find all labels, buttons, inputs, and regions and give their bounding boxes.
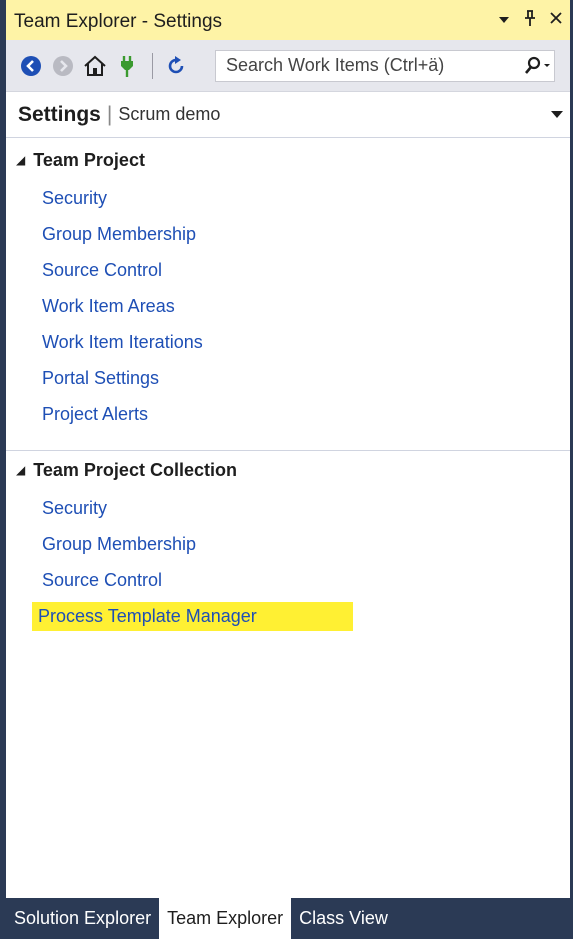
page-header: Settings | Scrum demo [6,92,570,138]
link-collection-group-membership[interactable]: Group Membership [6,526,570,562]
connect-icon[interactable] [114,53,140,79]
collection-links: Security Group Membership Source Control… [6,490,570,634]
forward-icon[interactable] [50,53,76,79]
link-work-item-iterations[interactable]: Work Item Iterations [6,324,570,360]
tab-solution-explorer[interactable]: Solution Explorer [6,898,159,939]
link-collection-security[interactable]: Security [6,490,570,526]
section-title: Team Project [33,149,145,170]
home-icon[interactable] [82,53,108,79]
section-header-team-project[interactable]: ◢ Team Project [6,140,570,180]
section-title: Team Project Collection [33,459,237,480]
toolbar: Search Work Items (Ctrl+ä) [6,40,570,92]
link-collection-source-control[interactable]: Source Control [6,562,570,598]
section-team-project: ◢ Team Project Security Group Membership… [6,140,570,432]
link-source-control[interactable]: Source Control [6,252,570,288]
project-name: Scrum demo [118,104,221,124]
page-title: Settings [18,102,101,126]
dropdown-icon[interactable] [492,10,516,30]
team-explorer-window: Team Explorer - Settings Search Work Ite… [0,0,573,939]
highlighted-link-label: Process Template Manager [32,601,353,631]
title-bar: Team Explorer - Settings [6,0,570,40]
link-work-item-areas[interactable]: Work Item Areas [6,288,570,324]
section-header-team-project-collection[interactable]: ◢ Team Project Collection [6,450,570,490]
bottom-tab-strip: Solution Explorer Team Explorer Class Vi… [6,898,570,939]
link-process-template-manager[interactable]: Process Template Manager [6,598,570,634]
back-icon[interactable] [18,53,44,79]
search-work-items-field[interactable]: Search Work Items (Ctrl+ä) [215,49,555,82]
header-dropdown-icon[interactable] [544,106,570,124]
link-project-alerts[interactable]: Project Alerts [6,396,570,432]
pin-icon[interactable] [518,9,542,32]
search-icon[interactable] [520,56,554,76]
tab-team-explorer[interactable]: Team Explorer [159,898,292,939]
collapse-triangle-icon[interactable]: ◢ [16,153,25,167]
search-placeholder: Search Work Items (Ctrl+ä) [226,55,445,75]
header-separator: | [106,102,113,126]
collapse-triangle-icon[interactable]: ◢ [16,463,25,477]
refresh-icon[interactable] [163,53,189,79]
team-project-links: Security Group Membership Source Control… [6,180,570,432]
window-title: Team Explorer - Settings [14,11,223,32]
link-group-membership[interactable]: Group Membership [6,216,570,252]
section-team-project-collection: ◢ Team Project Collection Security Group… [6,450,570,634]
link-portal-settings[interactable]: Portal Settings [6,360,570,396]
close-icon[interactable] [544,10,568,30]
tab-class-view[interactable]: Class View [291,898,396,939]
toolbar-separator [152,52,153,79]
link-security[interactable]: Security [6,180,570,216]
